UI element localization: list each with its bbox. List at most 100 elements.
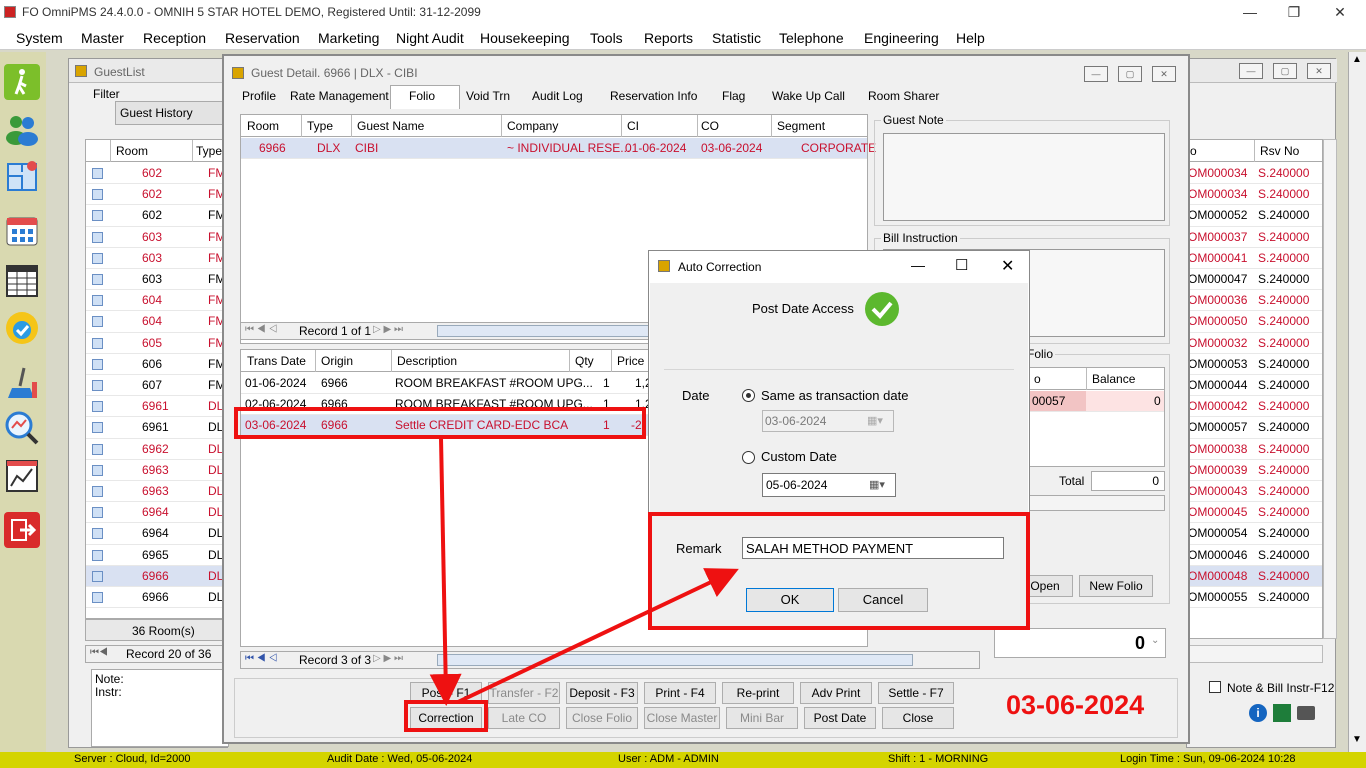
close-master-button[interactable]: Close Master bbox=[644, 707, 720, 729]
column-header-company[interactable]: Company bbox=[507, 119, 558, 133]
menu-engineering[interactable]: Engineering bbox=[864, 30, 939, 46]
housekeeping-icon[interactable] bbox=[4, 364, 40, 400]
list-item[interactable]: 6966 DL bbox=[86, 587, 228, 609]
printer-icon[interactable] bbox=[1297, 706, 1315, 720]
panel-maximize-button[interactable]: ▢ bbox=[1273, 63, 1297, 79]
dialog-minimize-icon[interactable]: — bbox=[911, 257, 925, 273]
list-item[interactable]: 602 FM bbox=[86, 163, 228, 185]
late-co-button[interactable]: Late CO bbox=[488, 707, 560, 729]
list-item[interactable]: 6961 DL bbox=[86, 396, 228, 418]
new-folio-button[interactable]: New Folio bbox=[1079, 575, 1153, 597]
column-header-type[interactable]: Type bbox=[307, 119, 333, 133]
same-date-radio[interactable] bbox=[742, 389, 755, 402]
table-row[interactable]: OM000057 S.240000 bbox=[1188, 417, 1322, 439]
tab-room-sharer[interactable]: Room Sharer bbox=[868, 89, 939, 103]
list-item[interactable]: 604 FM bbox=[86, 311, 228, 333]
tab-flag[interactable]: Flag bbox=[722, 89, 745, 103]
column-header-o[interactable]: o bbox=[1190, 144, 1197, 158]
table-row[interactable]: OM000054 S.240000 bbox=[1188, 523, 1322, 545]
table-row[interactable]: OM000046 S.240000 bbox=[1188, 545, 1322, 566]
menu-system[interactable]: System bbox=[16, 30, 63, 46]
scroll-down-icon[interactable]: ▼ bbox=[1352, 734, 1362, 745]
custom-date-radio[interactable] bbox=[742, 451, 755, 464]
list-item[interactable]: 6966 DL bbox=[86, 565, 228, 587]
table-row[interactable]: OM000048 S.240000 bbox=[1188, 565, 1322, 587]
detail-maximize-button[interactable]: ▢ bbox=[1118, 66, 1142, 82]
column-header-description[interactable]: Description bbox=[397, 354, 457, 368]
menu-reports[interactable]: Reports bbox=[644, 30, 693, 46]
list-item[interactable]: 602 FM bbox=[86, 184, 228, 206]
table-row[interactable]: OM000043 S.240000 bbox=[1188, 481, 1322, 503]
same-date-picker[interactable]: 03-06-2024 ▦▾ bbox=[762, 410, 894, 432]
list-item[interactable]: 6963 DL bbox=[86, 481, 228, 503]
post-date-button[interactable]: Post Date bbox=[804, 707, 876, 729]
calendar-icon[interactable] bbox=[4, 212, 40, 248]
nav-first-icon[interactable]: ⏮ ◀ ◁ bbox=[245, 653, 277, 664]
menu-tools[interactable]: Tools bbox=[590, 30, 623, 46]
detail-close-button[interactable]: ✕ bbox=[1152, 66, 1176, 82]
note-bill-checkbox[interactable] bbox=[1209, 681, 1221, 693]
year-calendar-icon[interactable] bbox=[4, 262, 40, 298]
table-row[interactable]: OM000042 S.240000 bbox=[1188, 396, 1322, 418]
excel-icon[interactable] bbox=[1273, 704, 1291, 722]
list-item[interactable]: 6961 DL bbox=[86, 417, 228, 439]
close-folio-button[interactable]: Close Folio bbox=[566, 707, 638, 729]
column-header-balance[interactable]: Balance bbox=[1092, 372, 1135, 386]
table-row[interactable]: OM000039 S.240000 bbox=[1188, 460, 1322, 481]
mini-bar-button[interactable]: Mini Bar bbox=[726, 707, 798, 729]
calendar-dropdown-icon[interactable]: ▦▾ bbox=[869, 478, 885, 491]
panel-minimize-button[interactable]: — bbox=[1239, 63, 1263, 79]
reservation-hscroll[interactable] bbox=[437, 325, 657, 337]
transfer-button[interactable]: Transfer - F2 bbox=[488, 682, 560, 704]
deposit-button[interactable]: Deposit - F3 bbox=[566, 682, 638, 704]
dialog-close-icon[interactable]: ✕ bbox=[1001, 256, 1014, 276]
nav-last-icon[interactable]: ▷ ▶ ⏭ bbox=[373, 324, 403, 335]
menu-reception[interactable]: Reception bbox=[143, 30, 206, 46]
floor-plan-icon[interactable] bbox=[4, 158, 40, 194]
column-header-qty[interactable]: Qty bbox=[575, 354, 594, 368]
column-header-type[interactable]: Type bbox=[196, 144, 222, 158]
tab-rate-management[interactable]: Rate Management bbox=[290, 89, 389, 103]
list-item[interactable]: 6965 DL bbox=[86, 545, 228, 566]
table-row[interactable]: OM000038 S.240000 bbox=[1188, 439, 1322, 460]
menu-telephone[interactable]: Telephone bbox=[779, 30, 844, 46]
list-item[interactable]: 6963 DL bbox=[86, 460, 228, 481]
tab-reservation-info[interactable]: Reservation Info bbox=[610, 89, 697, 103]
menu-marketing[interactable]: Marketing bbox=[318, 30, 379, 46]
menu-housekeeping[interactable]: Housekeeping bbox=[480, 30, 570, 46]
nav-first-icon[interactable]: ⏮◀ bbox=[90, 647, 108, 658]
table-row[interactable]: OM000037 S.240000 bbox=[1188, 227, 1322, 248]
close-icon[interactable]: ✕ bbox=[1326, 2, 1354, 24]
column-header-o[interactable]: o bbox=[1034, 372, 1041, 386]
statistics-icon[interactable] bbox=[4, 458, 40, 494]
tab-void-trn[interactable]: Void Trn bbox=[466, 89, 510, 103]
list-item[interactable]: 602 FM bbox=[86, 205, 228, 227]
reservation-hscrollbar[interactable] bbox=[1187, 645, 1323, 663]
guest-note-box[interactable] bbox=[883, 133, 1165, 221]
column-header-ci[interactable]: CI bbox=[627, 119, 639, 133]
tab-profile[interactable]: Profile bbox=[242, 89, 276, 103]
nav-last-icon[interactable]: ▷ ▶ ⏭ bbox=[373, 653, 403, 664]
tab-folio[interactable]: Folio bbox=[409, 89, 435, 103]
menu-night-audit[interactable]: Night Audit bbox=[396, 30, 464, 46]
info-icon[interactable]: i bbox=[1249, 704, 1267, 722]
column-header-rsv-no[interactable]: Rsv No bbox=[1260, 144, 1299, 158]
list-item[interactable]: 604 FM bbox=[86, 290, 228, 312]
list-item[interactable]: 603 FM bbox=[86, 227, 228, 248]
table-row[interactable]: OM000055 S.240000 bbox=[1188, 587, 1322, 609]
minimize-icon[interactable]: — bbox=[1236, 2, 1264, 24]
logout-icon[interactable] bbox=[4, 512, 40, 548]
column-header-room[interactable]: Room bbox=[247, 119, 279, 133]
close-button[interactable]: Close bbox=[882, 707, 954, 729]
list-item[interactable]: 6964 DL bbox=[86, 502, 228, 524]
panel-close-button[interactable]: ✕ bbox=[1307, 63, 1331, 79]
table-row[interactable]: OM000041 S.240000 bbox=[1188, 248, 1322, 269]
menu-statistic[interactable]: Statistic bbox=[712, 30, 761, 46]
column-header-room[interactable]: Room bbox=[116, 144, 148, 158]
availability-icon[interactable] bbox=[4, 310, 40, 346]
table-row[interactable]: OM000044 S.240000 bbox=[1188, 375, 1322, 397]
table-row[interactable]: OM000036 S.240000 bbox=[1188, 290, 1322, 312]
nav-first-icon[interactable]: ⏮ ◀ ◁ bbox=[245, 324, 277, 335]
menu-help[interactable]: Help bbox=[956, 30, 985, 46]
table-row[interactable]: OM000045 S.240000 bbox=[1188, 502, 1322, 524]
